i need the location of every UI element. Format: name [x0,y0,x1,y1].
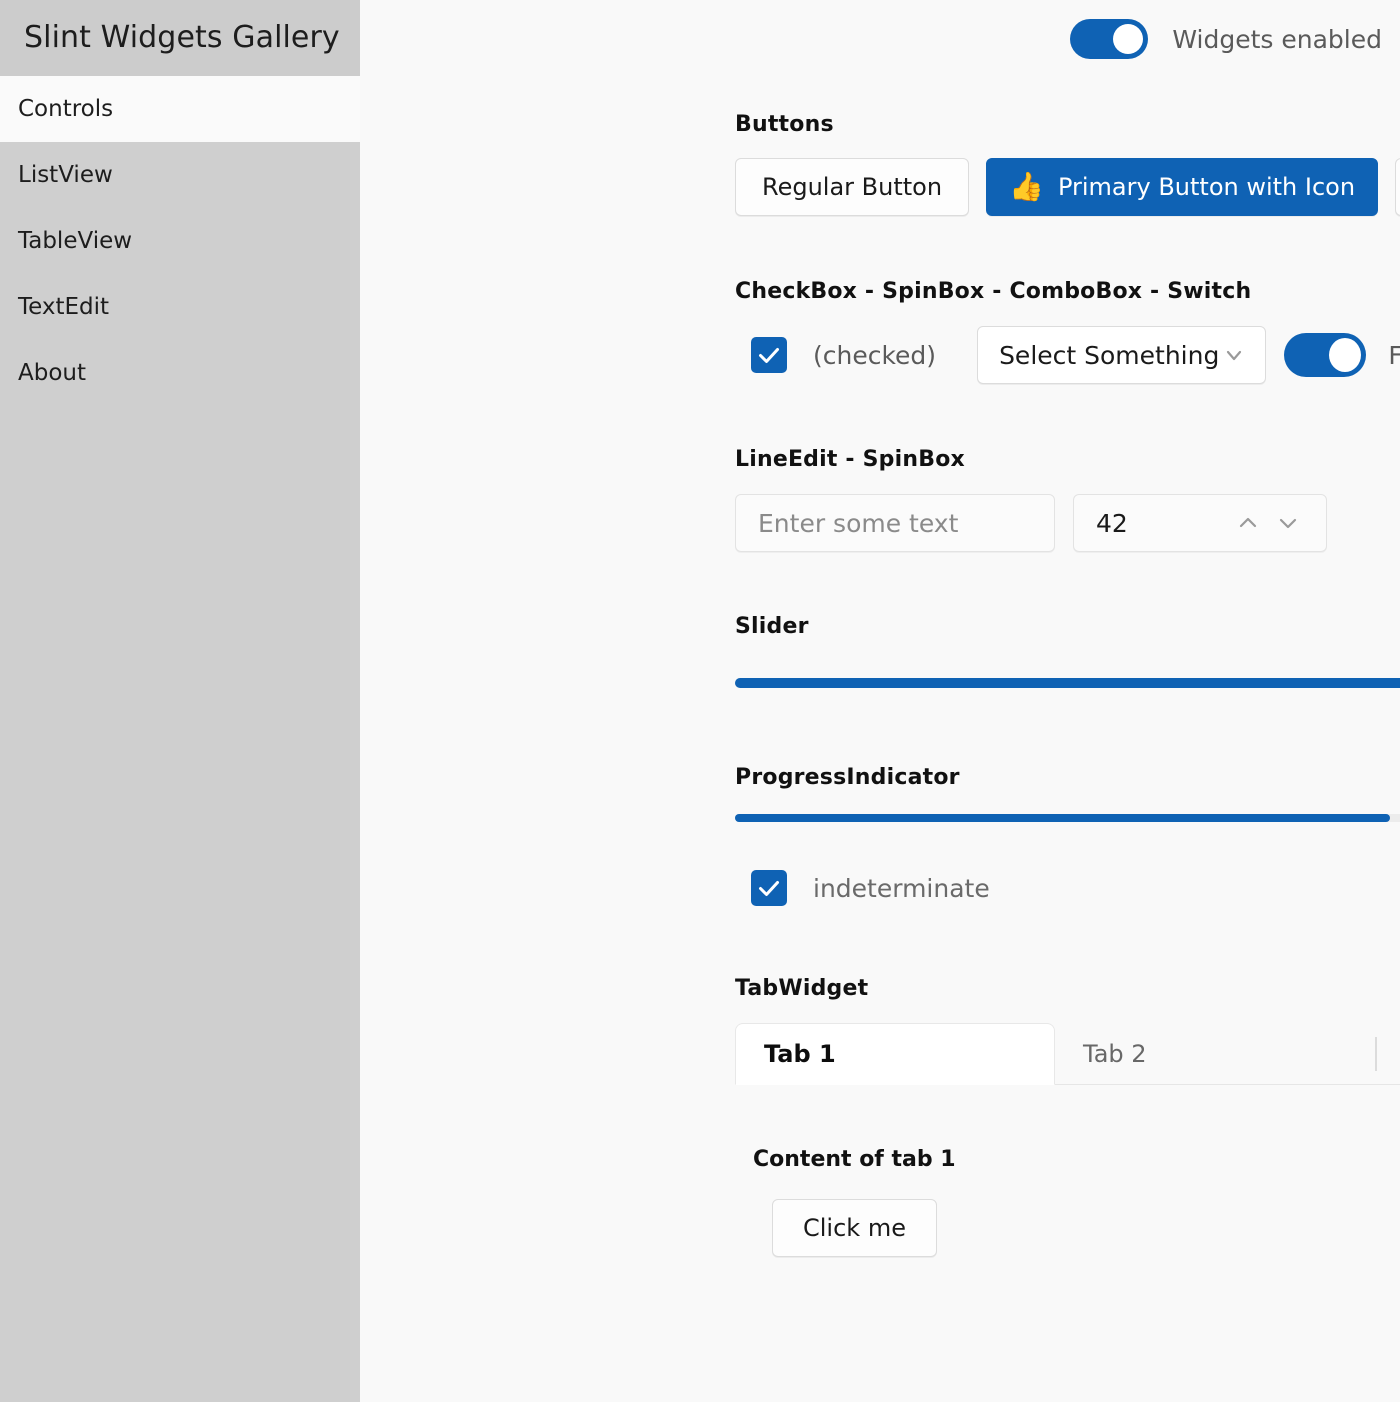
sidebar-item-label: TableView [18,228,132,254]
slider-section-title: Slider [735,614,1400,639]
tab-1[interactable]: Tab 1 [735,1023,1055,1085]
tab-3[interactable]: Tab 3 [1375,1023,1400,1085]
sidebar: Slint Widgets Gallery Controls ListView … [0,0,360,1402]
regular-button[interactable]: Regular Button [735,158,969,216]
checked-checkbox[interactable] [751,337,787,373]
progress-indicator [735,814,1400,822]
progress-section: ProgressIndicator indeterminate [735,765,1400,906]
lineedit-group-section: LineEdit - SpinBox Enter some text 42 [735,447,1400,552]
app-title: Slint Widgets Gallery [0,0,360,76]
switch-knob [1329,338,1361,372]
sidebar-nav-list: Controls ListView TableView TextEdit Abo… [0,76,360,406]
sidebar-item-tableview[interactable]: TableView [0,208,360,274]
sidebar-item-controls[interactable]: Controls [0,76,360,142]
select-combobox[interactable]: Select Something [977,326,1266,384]
tab-label: Tab 2 [1083,1040,1147,1068]
indeterminate-checkbox[interactable] [751,870,787,906]
chevron-up-icon [1232,507,1264,539]
check-icon [751,337,787,373]
lineedit-row: Enter some text 42 [735,494,1400,552]
click-me-button[interactable]: Click me [772,1199,937,1257]
checkbox-group-title: CheckBox - SpinBox - ComboBox - Switch [735,279,1400,304]
sidebar-item-label: About [18,360,86,386]
sidebar-item-label: TextEdit [18,294,109,320]
number-spinbox[interactable]: 42 [1073,494,1327,552]
tab-2[interactable]: Tab 2 [1055,1023,1375,1085]
tab-panel: Content of tab 1 Click me [735,1085,1400,1257]
lineedit-group-title: LineEdit - SpinBox [735,447,1400,472]
flight-mode-label: Flight Mode [1388,341,1400,370]
sidebar-item-label: ListView [18,162,113,188]
chevron-down-icon [1219,340,1249,370]
spinbox-increment-button[interactable] [1228,503,1268,543]
spinbox-decrement-button[interactable] [1268,503,1308,543]
chevron-down-icon [1272,507,1304,539]
indeterminate-row: indeterminate [735,870,1400,906]
progress-fill [735,814,1390,822]
main-content: Widgets enabled Buttons Regular Button 👍… [360,0,1400,1402]
off-toggle-button[interactable]: OFF [1395,158,1400,216]
controls-page: Buttons Regular Button 👍 Primary Button … [735,0,1400,1257]
combobox-value: Select Something [999,341,1219,370]
spinbox-value: 42 [1096,509,1228,538]
sidebar-item-label: Controls [18,96,113,122]
primary-button[interactable]: 👍 Primary Button with Icon [986,158,1378,216]
checkbox-group-section: CheckBox - SpinBox - ComboBox - Switch (… [735,279,1400,384]
sidebar-item-about[interactable]: About [0,340,360,406]
thumbs-up-icon: 👍 [1009,173,1044,201]
tabwidget-section: TabWidget Tab 1 Tab 2 Tab 3 Content of t… [735,976,1400,1257]
slider[interactable] [735,668,1400,698]
buttons-section-title: Buttons [735,112,1400,137]
flight-mode-switch[interactable] [1284,333,1366,377]
progress-section-title: ProgressIndicator [735,765,1400,790]
buttons-row: Regular Button 👍 Primary Button with Ico… [735,158,1400,216]
checkbox-group-row: (checked) Select Something Flight Mode [735,326,1400,384]
tabwidget-section-title: TabWidget [735,976,1400,1001]
slider-fill [735,678,1400,688]
text-input-placeholder: Enter some text [758,509,958,538]
text-input[interactable]: Enter some text [735,494,1055,552]
tab-label: Tab 1 [764,1040,836,1068]
indeterminate-label: indeterminate [813,874,990,903]
sidebar-item-textedit[interactable]: TextEdit [0,274,360,340]
check-icon [751,870,787,906]
tab-content-title: Content of tab 1 [753,1147,1400,1172]
primary-button-label: Primary Button with Icon [1058,173,1355,201]
checkbox-label: (checked) [813,341,936,370]
app-window: Slint Widgets Gallery Controls ListView … [0,0,1400,1402]
tab-bar: Tab 1 Tab 2 Tab 3 [735,1023,1400,1085]
sidebar-item-listview[interactable]: ListView [0,142,360,208]
slider-section: Slider [735,614,1400,698]
